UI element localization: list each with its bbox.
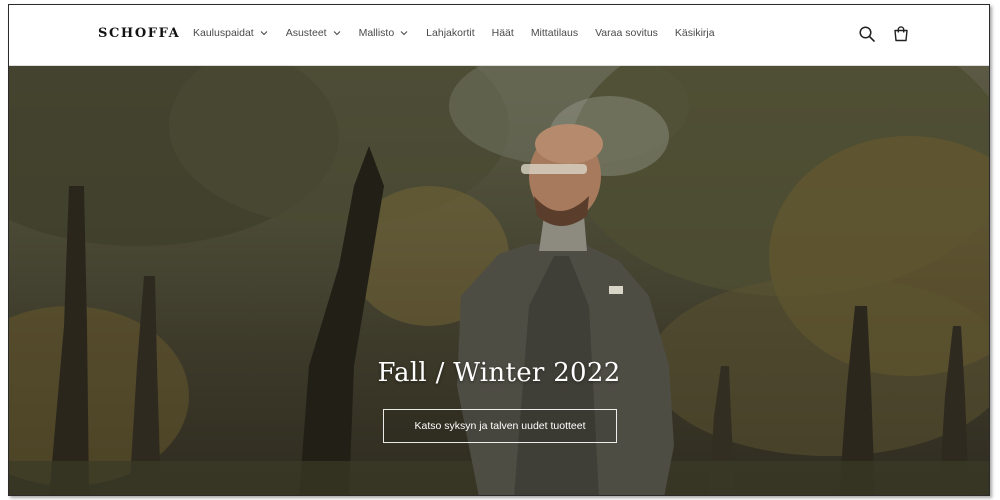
nav-label: Kauluspaidat [193,27,254,39]
nav-item-haat[interactable]: Häät [492,27,514,39]
chevron-down-icon [260,31,268,36]
search-button[interactable] [857,24,877,44]
nav-label: Varaa sovitus [595,27,658,39]
header-icons [843,24,911,44]
nav-label: Lahjakortit [426,27,475,39]
hero-cta-button[interactable]: Katso syksyn ja talven uudet tuotteet [383,409,617,443]
chevron-down-icon [400,31,408,36]
nav-label: Häät [491,27,514,39]
nav-item-kasikirja[interactable]: Käsikirja [675,27,715,39]
main-nav: Kauluspaidat Asusteet Mallisto Lahjakort… [193,27,732,39]
browser-frame: SCHOFFA Kauluspaidat Asusteet Mallisto L… [8,4,990,496]
nav-item-lahjakortit[interactable]: Lahjakortit [426,27,474,39]
nav-item-mittatilaus[interactable]: Mittatilaus [531,27,578,39]
nav-label: Käsikirja [674,27,715,39]
nav-item-varaa-sovitus[interactable]: Varaa sovitus [595,27,658,39]
chevron-down-icon [333,31,340,36]
site-logo[interactable]: SCHOFFA [98,26,180,41]
cart-icon [894,26,908,42]
nav-item-kauluspaidat[interactable]: Kauluspaidat [193,27,269,39]
hero-banner: Fall / Winter 2022 Katso syksyn ja talve… [9,66,989,495]
hero-title: Fall / Winter 2022 [377,358,621,388]
nav-item-asusteet[interactable]: Asusteet [286,27,342,39]
cart-button[interactable] [891,24,911,44]
search-icon [859,26,875,42]
site-header: SCHOFFA Kauluspaidat Asusteet Mallisto L… [9,5,989,66]
nav-label: Asusteet [285,27,327,39]
nav-label: Mittatilaus [530,27,579,39]
nav-label: Mallisto [358,27,395,39]
nav-item-mallisto[interactable]: Mallisto [359,27,410,39]
